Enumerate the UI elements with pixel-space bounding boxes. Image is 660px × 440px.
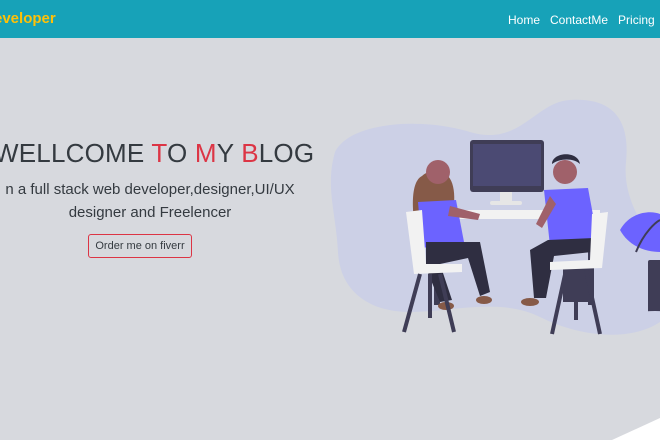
- hero-title-part: Y: [216, 138, 242, 168]
- hero-title: WELLCOME TO MY BLOG: [0, 138, 314, 169]
- hero-subtitle-line: designer and Freelencer: [68, 204, 232, 221]
- monitor-screen: [473, 144, 541, 186]
- hero-title-part: LOG: [258, 138, 315, 168]
- hero-title-highlight: B: [241, 138, 259, 168]
- nav-link-pricing[interactable]: Pricing: [618, 13, 655, 27]
- woman-head: [426, 160, 450, 184]
- hero-title-part: O: [167, 138, 195, 168]
- woman-shirt: [418, 200, 464, 248]
- hero-title-highlight: T: [151, 138, 167, 168]
- hero-subtitle-line: n a full stack web developer,designer,UI…: [5, 181, 295, 198]
- nav-links: Home ContactMe Pricing A: [508, 13, 660, 27]
- hero-title-part: W: [0, 138, 19, 168]
- nav-link-contact[interactable]: ContactMe: [550, 13, 608, 27]
- desk-illustration: [330, 99, 660, 335]
- order-fiverr-button[interactable]: Order me on fiverr: [88, 234, 192, 258]
- hero-title-highlight: M: [194, 138, 217, 168]
- brand-logo[interactable]: eveloper: [0, 10, 56, 27]
- nav-link-home[interactable]: Home: [508, 13, 540, 27]
- hero-title-part: ELLCOME: [18, 138, 152, 168]
- navbar: eveloper Home ContactMe Pricing A: [0, 0, 660, 38]
- plant-pot: [648, 260, 660, 316]
- corner-decoration: [612, 418, 660, 440]
- hero-subtitle: n a full stack web developer,designer,UI…: [0, 178, 312, 224]
- man-head: [553, 160, 577, 184]
